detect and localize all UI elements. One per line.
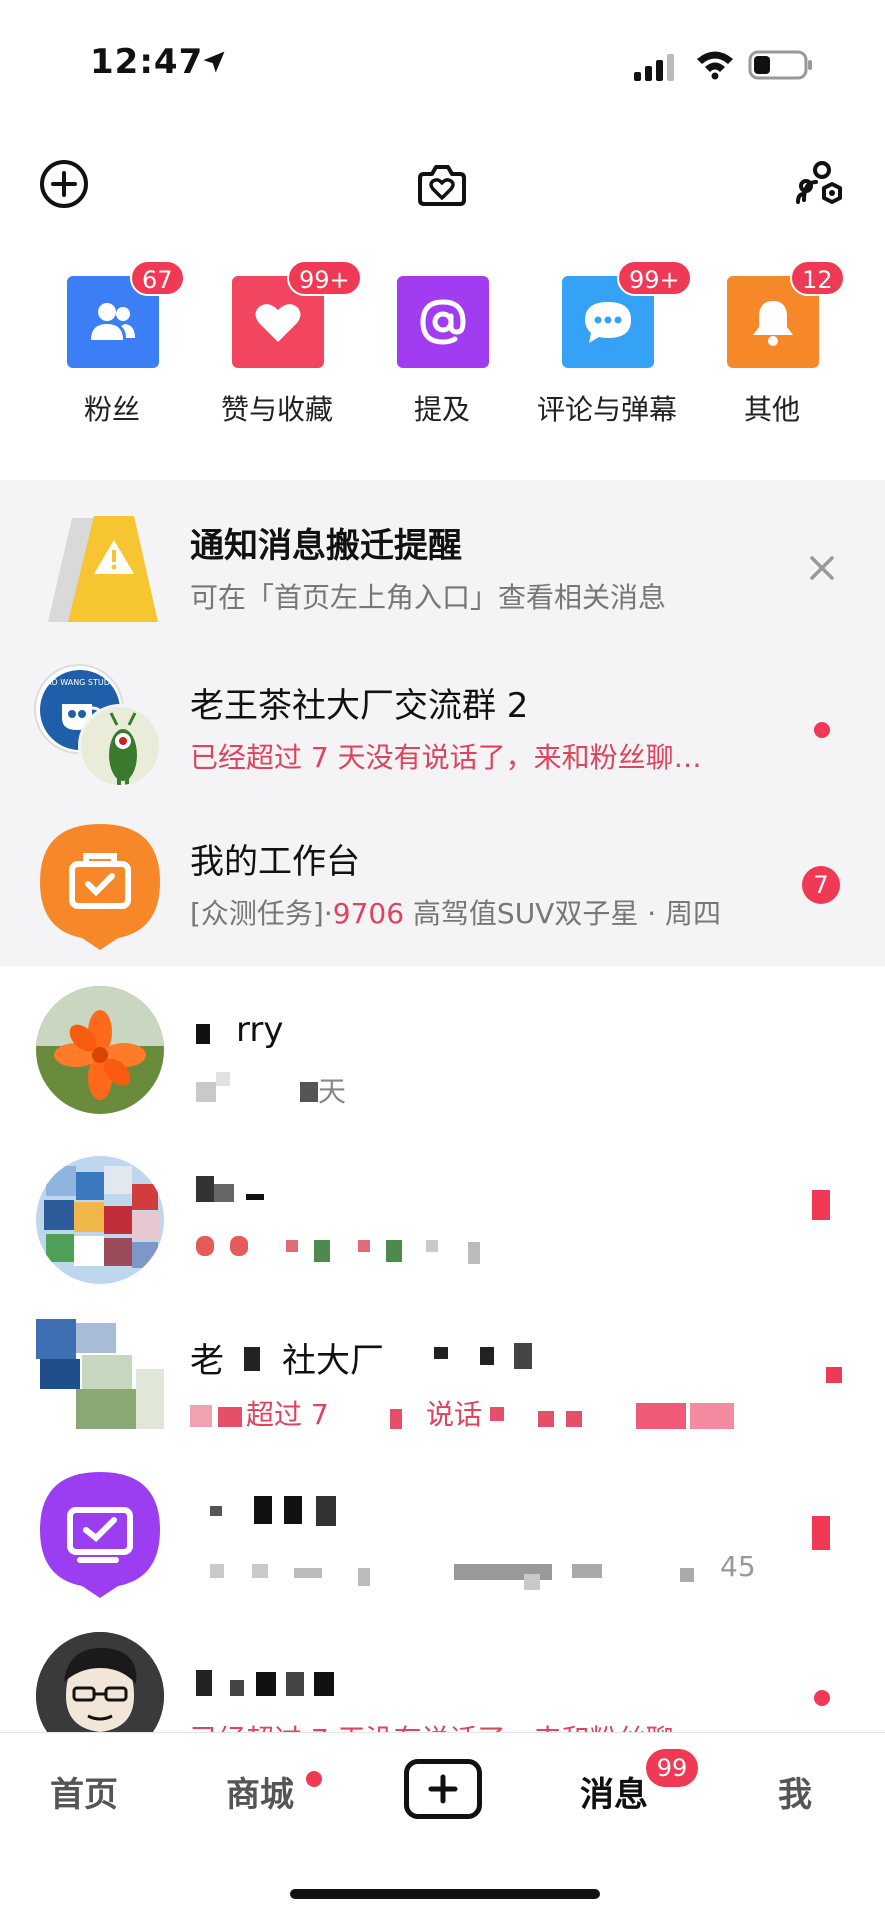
workbench-badge: 7 [802, 866, 840, 904]
wifi-icon [697, 51, 733, 80]
chat-title-3: 老 社大厂 [190, 1333, 550, 1381]
camera-heart-icon[interactable] [414, 156, 470, 212]
task-check-icon [40, 1472, 160, 1598]
category-comments[interactable]: 99+ 评论与弹幕 [537, 260, 692, 426]
publish-button[interactable] [404, 1759, 482, 1819]
chat-subtitle-2 [190, 1228, 510, 1268]
warning-sign-icon [48, 516, 158, 622]
comments-badge: 99+ [617, 260, 692, 296]
bell-icon [753, 301, 793, 346]
flower-icon [54, 1010, 146, 1100]
contacts-settings-icon[interactable] [792, 156, 848, 212]
plankton-character-icon [109, 712, 137, 785]
fans-badge: 67 [130, 260, 185, 296]
chat-title-2 [190, 1168, 280, 1208]
workbench-subtitle: [众测任务]·9706 高驾值SUV双子星 · 周四 [190, 892, 721, 932]
chat-subtitle-3-fragment-2: 说话 [426, 1398, 483, 1431]
location-arrow-icon [203, 51, 225, 73]
status-time: 12:47 [90, 42, 204, 82]
category-mentions-label: 提及 [413, 393, 470, 426]
mall-dot [306, 1771, 322, 1787]
group-avatar-text: LAO WANG STUDIO [41, 678, 119, 687]
category-mentions-tile [397, 276, 489, 368]
category-likes[interactable]: 99+ 赞与收藏 [207, 260, 362, 426]
tab-home[interactable]: 首页 [50, 1767, 118, 1816]
workbench-subtitle-number: 9706 [332, 897, 405, 930]
chat-row-1[interactable]: rry 天 [0, 980, 885, 1140]
bottom-tab-bar: 首页 商城 消息 99 我 [0, 1732, 885, 1920]
category-fans-label: 粉丝 [83, 393, 140, 426]
messages-badge: 99 [646, 1749, 698, 1787]
category-other[interactable]: 12 其他 [702, 260, 845, 426]
notice-title: 通知消息搬迁提醒 [190, 526, 462, 566]
plus-icon [428, 1774, 458, 1804]
chat-avatar-3 [36, 1319, 164, 1447]
at-icon [420, 299, 466, 345]
group-chat-title: 老王茶社大厂交流群 2 [190, 686, 529, 726]
tab-mall[interactable]: 商城 [226, 1767, 294, 1816]
chat-subtitle-3: 超过 7 说话 [190, 1393, 750, 1433]
heart-icon [255, 304, 301, 342]
comment-icon [585, 302, 631, 343]
status-bar: 12:47 [0, 0, 885, 130]
category-mentions[interactable]: 提及 [372, 270, 512, 426]
chat-subtitle-3-fragment: 超过 7 [246, 1398, 329, 1431]
category-likes-label: 赞与收藏 [220, 393, 333, 426]
group-avatar-front [78, 704, 162, 788]
battery-icon [748, 50, 812, 80]
close-icon[interactable] [802, 548, 842, 588]
notice-subtitle: 可在「首页左上角入口」查看相关消息 [190, 581, 667, 614]
chat-title-3-fragment-2: 社大厂 [282, 1341, 384, 1381]
workbench-row[interactable]: 我的工作台 [众测任务]·9706 高驾值SUV双子星 · 周四 7 [0, 806, 885, 966]
chat-avatar-2 [36, 1156, 164, 1284]
chat-row-3[interactable]: 老 社大厂 超过 7 说话 [0, 1305, 885, 1465]
add-circle-icon[interactable] [36, 156, 92, 212]
chat-title-4 [190, 1490, 350, 1530]
home-indicator [290, 1889, 600, 1899]
likes-badge: 99+ [287, 260, 362, 296]
chat-unread-2 [806, 1180, 836, 1224]
unread-dot [826, 1367, 842, 1383]
other-badge: 12 [790, 260, 845, 296]
chat-title-1: rry [190, 1010, 310, 1050]
unread-dot [814, 1690, 830, 1706]
chat-subtitle-1-fragment: 天 [318, 1075, 347, 1108]
chat-title-5 [190, 1662, 390, 1702]
fans-icon [91, 303, 135, 340]
category-comments-label: 评论与弹幕 [536, 393, 677, 426]
chat-row-2[interactable] [0, 1140, 885, 1300]
chat-subtitle-4-fragment: 45 [720, 1550, 756, 1583]
cellular-signal-icon [634, 54, 674, 81]
tab-me[interactable]: 我 [778, 1767, 812, 1816]
tab-messages[interactable]: 消息 [580, 1767, 648, 1816]
chat-row-4[interactable]: 45 [0, 1460, 885, 1620]
workbench-subtitle-rest: 高驾值SUV双子星 · 周四 [404, 897, 722, 930]
group-chat-subtitle: 已经超过 7 天没有说话了，来和粉丝聊… [190, 741, 702, 774]
chat-subtitle-4: 45 [190, 1550, 790, 1590]
notice-row[interactable]: 通知消息搬迁提醒 可在「首页左上角入口」查看相关消息 [0, 490, 885, 650]
group-chat-row[interactable]: LAO WANG STUDIO 老王茶社大厂交流群 2 已经超过 7 天没有说话… [0, 650, 885, 810]
chat-avatar-1 [36, 986, 164, 1114]
chat-title-1-fragment: rry [236, 1010, 284, 1050]
workbench-title: 我的工作台 [190, 842, 360, 882]
chat-title-3-fragment: 老 [190, 1341, 224, 1381]
workbench-subtitle-prefix: [众测任务]· [190, 897, 333, 930]
category-fans[interactable]: 67 粉丝 [42, 260, 185, 426]
chat-subtitle-1: 天 [190, 1066, 390, 1108]
workbench-icon [40, 824, 160, 950]
unread-dot [814, 722, 830, 738]
chat-unread-4 [806, 1510, 836, 1554]
category-other-label: 其他 [743, 393, 800, 426]
